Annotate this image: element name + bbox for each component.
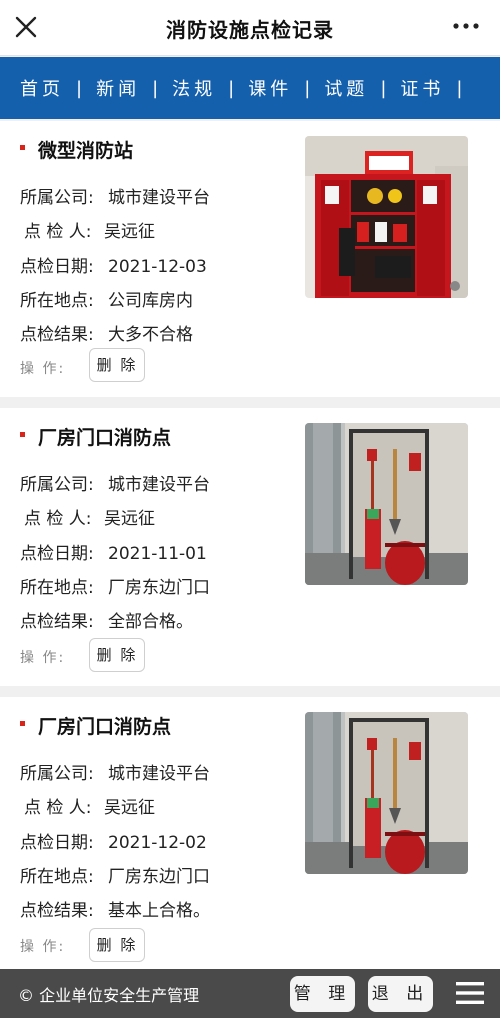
company-label: 所属公司:	[20, 764, 94, 784]
result-value: 全部合格。	[108, 612, 193, 632]
location-label: 所在地点:	[20, 867, 94, 887]
result-value: 基本上合格。	[108, 901, 210, 921]
nav-item-home[interactable]: 首页	[20, 75, 64, 101]
result-row: 点检结果: 大多不合格	[20, 320, 193, 345]
date-label: 点检日期:	[20, 257, 94, 277]
date-row: 点检日期: 2021-11-01	[20, 539, 207, 564]
operation-label: 操 作:	[20, 939, 66, 955]
inspector-value: 吴远征	[104, 798, 155, 818]
location-row: 所在地点: 厂房东边门口	[20, 573, 210, 598]
company-label: 所属公司:	[20, 475, 94, 495]
operation-label: 操 作:	[20, 361, 66, 377]
page-title: 消防设施点检记录	[166, 18, 334, 42]
nav-item-courseware[interactable]: 课件	[248, 75, 292, 101]
result-label: 点检结果:	[20, 325, 94, 345]
company-row: 所属公司: 城市建设平台	[20, 470, 210, 495]
company-row: 所属公司: 城市建设平台	[20, 759, 210, 784]
company-value: 城市建设平台	[108, 764, 210, 784]
title-marker	[20, 721, 25, 726]
footer-bar: © 企业单位安全生产管理 管 理 退 出	[0, 969, 500, 1018]
date-row: 点检日期: 2021-12-03	[20, 252, 207, 277]
inspector-row: 点 检 人: 吴远征	[20, 793, 155, 818]
nav-item-certificates[interactable]: 证书	[400, 75, 444, 101]
inspector-value: 吴远征	[104, 222, 155, 242]
date-row: 点检日期: 2021-12-02	[20, 828, 207, 853]
date-value: 2021-12-03	[108, 257, 207, 277]
title-marker	[20, 432, 25, 437]
location-value: 厂房东边门口	[108, 578, 210, 598]
location-row: 所在地点: 厂房东边门口	[20, 862, 210, 887]
nav-separator: |	[380, 77, 387, 99]
logout-button[interactable]: 退 出	[368, 976, 433, 1012]
date-value: 2021-11-01	[108, 544, 207, 564]
delete-button[interactable]: 删 除	[89, 348, 145, 382]
result-value: 大多不合格	[108, 325, 193, 345]
fire-cabinet-photo	[305, 136, 468, 298]
result-row: 点检结果: 基本上合格。	[20, 896, 210, 921]
delete-button[interactable]: 删 除	[89, 638, 145, 672]
fire-station-rack-photo	[305, 712, 468, 874]
more-dots-icon[interactable]	[452, 14, 480, 38]
nav-item-regulations[interactable]: 法规	[172, 75, 216, 101]
nav-item-news[interactable]: 新闻	[96, 75, 140, 101]
company-value: 城市建设平台	[108, 475, 210, 495]
location-row: 所在地点: 公司库房内	[20, 286, 193, 311]
inspector-label: 点 检 人:	[24, 222, 92, 242]
location-value: 厂房东边门口	[108, 867, 210, 887]
nav-separator: |	[228, 77, 235, 99]
result-row: 点检结果: 全部合格。	[20, 607, 193, 632]
title-bar: 消防设施点检记录	[0, 0, 500, 56]
hamburger-menu-icon[interactable]	[456, 980, 484, 1006]
location-label: 所在地点:	[20, 291, 94, 311]
manage-button[interactable]: 管 理	[290, 976, 355, 1012]
record-card: 厂房门口消防点 所属公司: 城市建设平台 点 检 人: 吴远征 点检日期: 2021-…	[0, 697, 500, 969]
date-value: 2021-12-02	[108, 833, 207, 853]
top-nav: 首页 | 新闻 | 法规 | 课件 | 试题 | 证书 |	[0, 57, 500, 119]
company-label: 所属公司:	[20, 188, 94, 208]
company-value: 城市建设平台	[108, 188, 210, 208]
location-value: 公司库房内	[108, 291, 193, 311]
record-card: 厂房门口消防点 所属公司: 城市建设平台 点 检 人: 吴远征 点检日期: 2021-…	[0, 408, 500, 686]
copyright-text: © 企业单位安全生产管理	[18, 986, 200, 1005]
nav-item-exams[interactable]: 试题	[324, 75, 368, 101]
operation-label: 操 作:	[20, 650, 66, 666]
nav-separator: |	[152, 77, 159, 99]
inspector-value: 吴远征	[104, 509, 155, 529]
result-label: 点检结果:	[20, 901, 94, 921]
inspector-label: 点 检 人:	[24, 509, 92, 529]
location-label: 所在地点:	[20, 578, 94, 598]
date-label: 点检日期:	[20, 544, 94, 564]
inspector-row: 点 检 人: 吴远征	[20, 504, 155, 529]
record-card: 微型消防站 所属公司: 城市建设平台 点 检 人: 吴远征 点检日期: 2021-12…	[0, 121, 500, 397]
delete-button[interactable]: 删 除	[89, 928, 145, 962]
record-title: 微型消防站	[38, 140, 134, 162]
nav-separator: |	[76, 77, 83, 99]
title-marker	[20, 145, 25, 150]
nav-separator: |	[456, 77, 463, 99]
company-row: 所属公司: 城市建设平台	[20, 183, 210, 208]
nav-separator: |	[304, 77, 311, 99]
inspector-label: 点 检 人:	[24, 798, 92, 818]
date-label: 点检日期:	[20, 833, 94, 853]
fire-station-rack-photo	[305, 423, 468, 585]
record-title: 厂房门口消防点	[38, 427, 172, 449]
record-title: 厂房门口消防点	[38, 716, 172, 738]
inspector-row: 点 检 人: 吴远征	[20, 217, 155, 242]
result-label: 点检结果:	[20, 612, 94, 632]
